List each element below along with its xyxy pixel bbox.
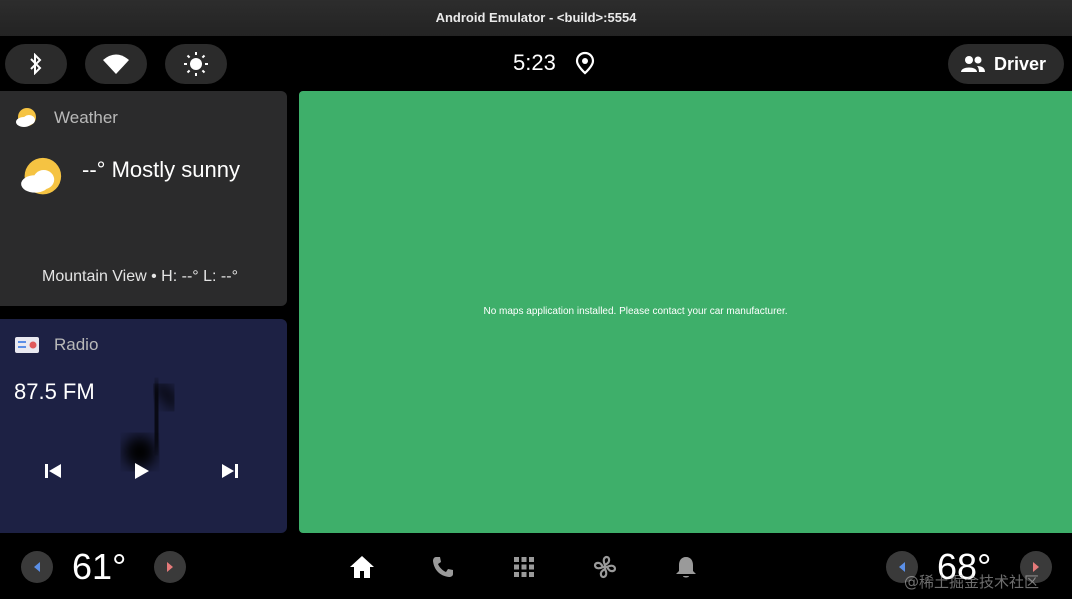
app-grid-button[interactable]: [510, 553, 538, 581]
radio-title: Radio: [54, 335, 99, 354]
driver-temp-down-button[interactable]: [21, 551, 53, 583]
weather-card[interactable]: Weather --° Mostly sunny Mountain View •…: [0, 91, 287, 306]
map-message: No maps application installed. Please co…: [483, 306, 788, 317]
window-title-bar: Android Emulator - <build>:5554: [0, 0, 1072, 36]
profile-button[interactable]: Driver: [948, 44, 1064, 84]
play-button[interactable]: [129, 458, 155, 484]
brightness-icon: [184, 52, 208, 76]
home-icon: [350, 556, 374, 578]
play-icon: [135, 463, 149, 479]
nav-bar: 61° 68° @稀土掘金技术社区: [0, 533, 1072, 599]
chevron-right-icon: [167, 562, 173, 572]
notification-bell-icon: [676, 557, 696, 578]
radio-card[interactable]: Radio 87.5 FM: [0, 319, 287, 533]
app-grid-icon: [514, 557, 534, 577]
brightness-button[interactable]: [165, 44, 227, 84]
window-title: Android Emulator - <build>:5554: [435, 10, 637, 25]
location-pin-icon: [575, 51, 595, 75]
fan-icon: [593, 555, 617, 579]
driver-temp-up-button[interactable]: [154, 551, 186, 583]
wifi-button[interactable]: [85, 44, 147, 84]
hvac-button[interactable]: [591, 553, 619, 581]
status-clock: 5:23: [513, 50, 556, 75]
bluetooth-icon: [30, 53, 42, 75]
radio-frequency: 87.5 FM: [14, 379, 95, 404]
radio-icon: [15, 337, 39, 353]
weather-condition: --° Mostly sunny: [82, 157, 240, 182]
phone-button[interactable]: [429, 553, 457, 581]
home-button[interactable]: [348, 553, 376, 581]
skip-next-button[interactable]: [217, 458, 243, 484]
notifications-button[interactable]: [672, 553, 700, 581]
status-bar: 5:23 Driver: [0, 36, 1072, 91]
partly-sunny-icon: [16, 108, 36, 127]
driver-temp[interactable]: 61°: [72, 546, 126, 588]
people-icon: [961, 56, 985, 72]
chevron-left-icon: [34, 562, 40, 572]
watermark: @稀土掘金技术社区: [904, 573, 1040, 591]
profile-label: Driver: [994, 53, 1047, 74]
phone-icon: [433, 557, 453, 577]
weather-title: Weather: [54, 108, 118, 127]
skip-previous-icon: [45, 464, 61, 478]
partly-sunny-icon: [21, 157, 62, 195]
skip-next-icon: [222, 464, 238, 478]
skip-previous-button[interactable]: [40, 458, 66, 484]
weather-location: Mountain View • H: --° L: --°: [42, 268, 238, 285]
bluetooth-button[interactable]: [5, 44, 67, 84]
map-area[interactable]: No maps application installed. Please co…: [299, 91, 1072, 533]
wifi-icon: [103, 54, 129, 74]
